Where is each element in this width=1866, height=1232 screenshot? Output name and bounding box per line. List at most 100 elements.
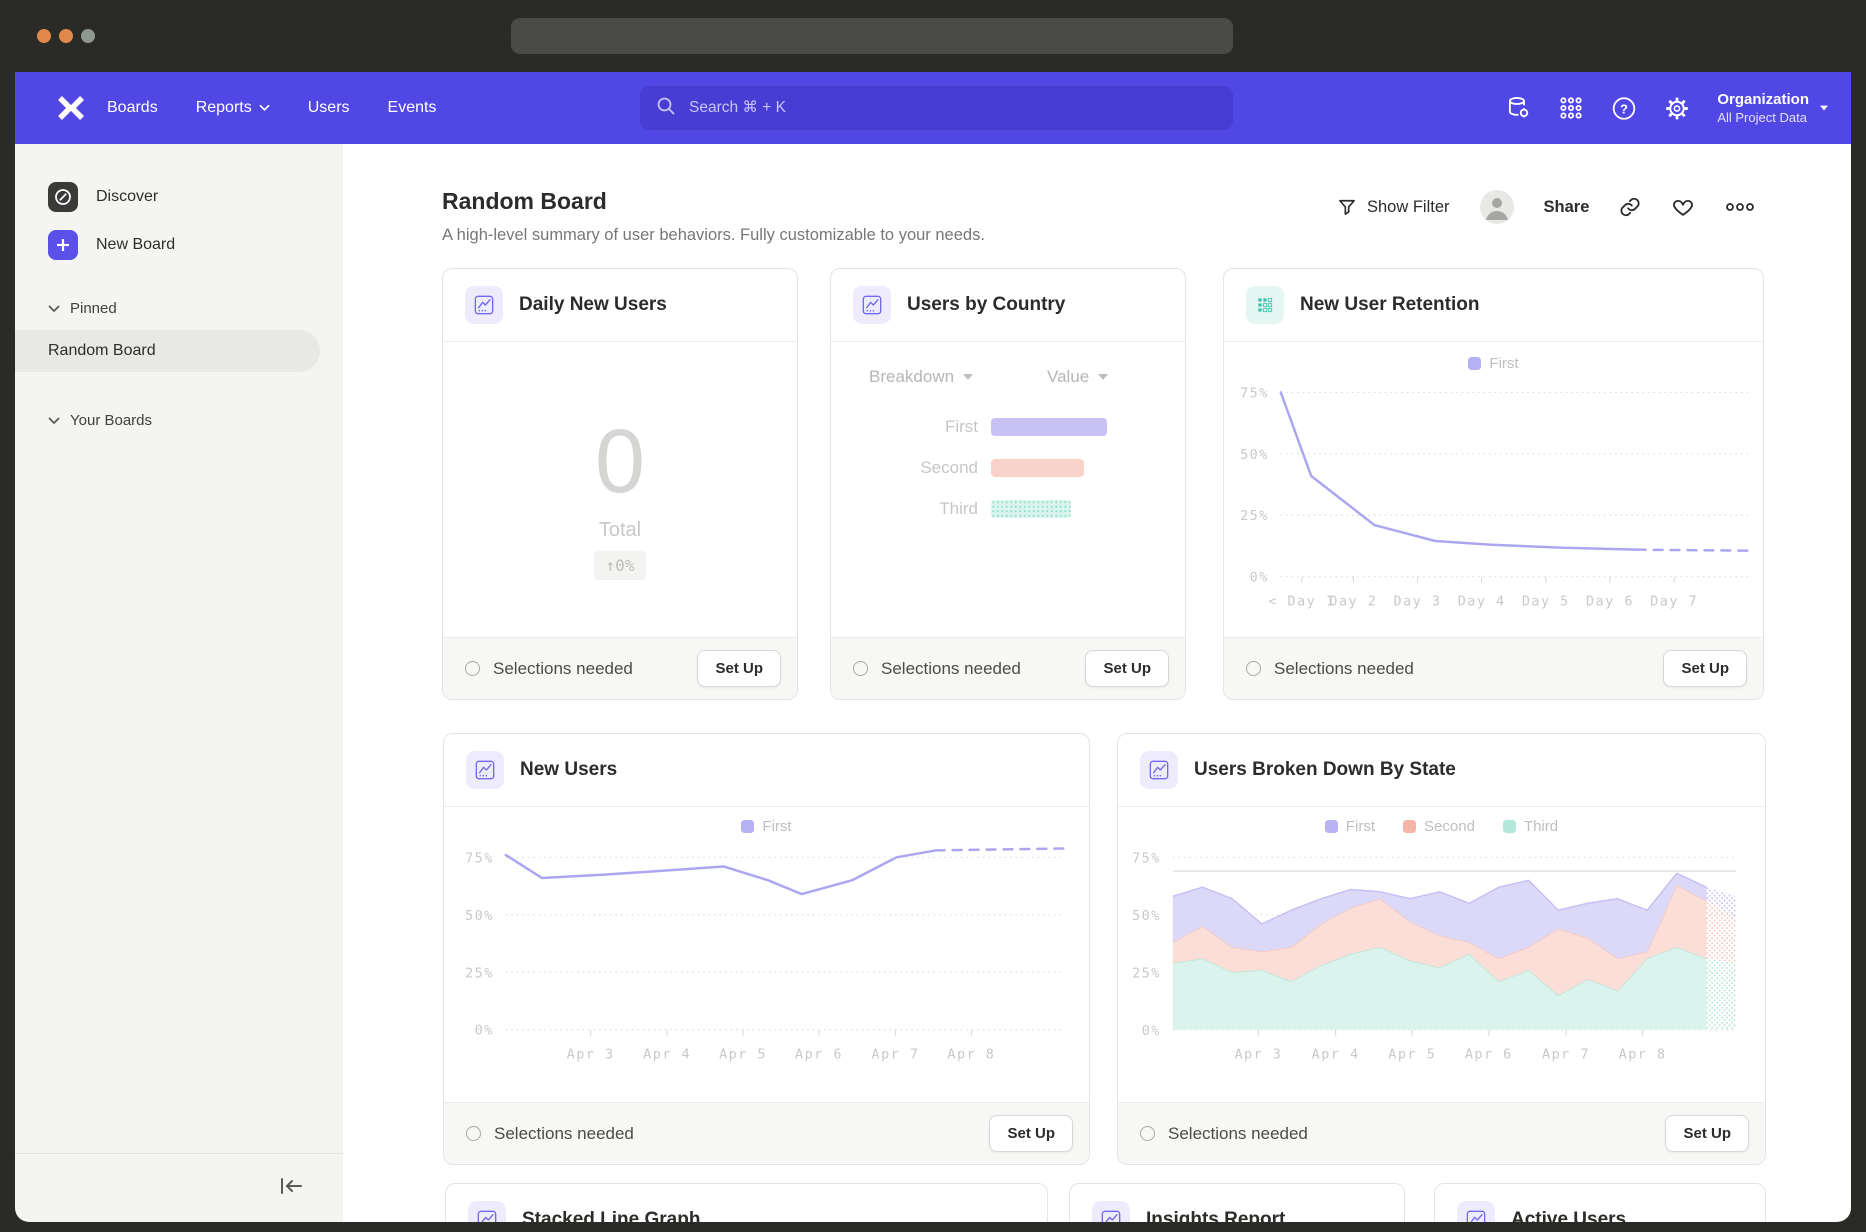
row-label: First [831, 417, 991, 437]
nav-item-label: Events [388, 99, 437, 117]
search-input[interactable] [687, 98, 1091, 118]
value-bar [991, 500, 1071, 518]
set-up-button[interactable]: Set Up [1085, 650, 1169, 687]
metric-value: 0 [443, 417, 797, 507]
share-button[interactable]: Share [1544, 198, 1590, 217]
show-filter-button[interactable]: Show Filter [1337, 197, 1450, 217]
card-footer: Selections needed Set Up [831, 637, 1185, 699]
settings-gear-icon[interactable] [1664, 95, 1690, 121]
x-tick-label: Apr 4 [643, 1048, 691, 1063]
x-tick-label: Apr 5 [719, 1048, 767, 1063]
help-icon[interactable]: ? [1611, 95, 1637, 121]
nav-menu: Boards Reports Users Events [107, 72, 436, 144]
set-up-button[interactable]: Set Up [989, 1115, 1073, 1152]
line-chart-icon [465, 286, 503, 324]
card-header: Daily New Users [443, 269, 797, 342]
x-tick-label: Apr 6 [1465, 1048, 1513, 1063]
org-subtitle: All Project Data [1717, 109, 1809, 126]
x-tick-label: < Day 1 [1268, 595, 1335, 610]
country-row: Third [831, 500, 1071, 518]
org-switcher[interactable]: Organization All Project Data [1717, 90, 1829, 126]
set-up-button[interactable]: Set Up [1665, 1115, 1749, 1152]
sidebar-item-random-board[interactable]: Random Board [15, 330, 320, 372]
data-management-icon[interactable] [1505, 95, 1531, 121]
card-title: Users by Country [907, 294, 1065, 316]
x-tick-label: Apr 7 [1542, 1048, 1590, 1063]
area-band [1706, 958, 1736, 1029]
line-chart-icon [468, 1201, 506, 1222]
card-title: Stacked Line Graph [522, 1209, 700, 1222]
row-label: Third [831, 499, 991, 519]
window-minimize-button[interactable] [59, 29, 73, 43]
row-label: Second [831, 458, 991, 478]
nav-item-events[interactable]: Events [388, 99, 437, 117]
window-close-button[interactable] [37, 29, 51, 43]
value-bar [991, 418, 1107, 436]
set-up-button[interactable]: Set Up [697, 650, 781, 687]
sidebar-item-discover[interactable]: Discover [48, 182, 158, 212]
series-line-forecast [1637, 550, 1749, 551]
sidebar-section-pinned[interactable]: Pinned [48, 300, 117, 317]
copy-link-icon[interactable] [1619, 196, 1641, 218]
x-tick-label: Day 2 [1329, 595, 1377, 610]
sidebar-section-your-boards[interactable]: Your Boards [48, 412, 152, 429]
sidebar-item-label: Discover [96, 188, 158, 206]
card-title: Active Users [1511, 1209, 1626, 1222]
country-row: First [831, 418, 1107, 436]
apps-grid-icon[interactable] [1558, 95, 1584, 121]
status-text: Selections needed [493, 659, 633, 679]
radio-circle-icon [465, 661, 480, 676]
favorite-heart-icon[interactable] [1671, 196, 1695, 218]
search-bar[interactable] [640, 86, 1233, 130]
radio-circle-icon [853, 661, 868, 676]
window-zoom-button[interactable] [81, 29, 95, 43]
radio-circle-icon [1246, 661, 1261, 676]
breakdown-dropdown[interactable]: Breakdown [869, 367, 973, 387]
line-chart-icon [466, 751, 504, 789]
nav-item-reports[interactable]: Reports [196, 99, 270, 117]
card-footer: Selections needed Set Up [443, 637, 797, 699]
nav-item-users[interactable]: Users [308, 99, 350, 117]
x-tick-label: Day 6 [1586, 595, 1634, 610]
retention-grid-icon [1246, 286, 1284, 324]
radio-circle-icon [1140, 1126, 1155, 1141]
page-subtitle: A high-level summary of user behaviors. … [442, 226, 985, 245]
x-tick-label: Apr 6 [795, 1048, 843, 1063]
card-new-user-retention: New User Retention First 75%50%25%0%< Da… [1223, 268, 1764, 700]
nav-item-boards[interactable]: Boards [107, 99, 158, 117]
sidebar-item-new-board[interactable]: New Board [48, 230, 175, 260]
line-chart-icon [1457, 1201, 1495, 1222]
set-up-button[interactable]: Set Up [1663, 650, 1747, 687]
nav-right-cluster: ? Organization All Project Data [1505, 72, 1829, 144]
avatar[interactable] [1480, 190, 1514, 224]
card-title: Daily New Users [519, 294, 667, 316]
y-tick-label: 75% [1240, 386, 1269, 401]
card-header: New Users [444, 734, 1089, 807]
y-tick-label: 25% [1240, 509, 1269, 524]
card-header: Users Broken Down By State [1118, 734, 1765, 807]
y-tick-label: 50% [1240, 448, 1269, 463]
card-daily-new-users: Daily New Users 0 Total ↑0% Selections n… [442, 268, 798, 700]
sidebar-section-label: Your Boards [70, 412, 152, 429]
retention-chart: 75%50%25%0%< Day 1Day 2Day 3Day 4Day 5Da… [1224, 342, 1763, 639]
plus-icon [48, 230, 78, 260]
chevron-down-icon [1820, 106, 1828, 111]
y-tick-label: 25% [465, 966, 494, 981]
mixpanel-logo-icon[interactable] [55, 93, 87, 128]
top-navbar: BoardsReportsUsersEvents ? Organizatio [15, 72, 1851, 144]
x-tick-label: Apr 7 [872, 1048, 920, 1063]
status-text: Selections needed [494, 1124, 634, 1144]
address-bar[interactable] [511, 18, 1233, 54]
board-content: Random Board A high-level summary of use… [343, 144, 1851, 1222]
card-active-users: Active Users [1434, 1183, 1766, 1222]
x-tick-label: Day 7 [1650, 595, 1698, 610]
y-tick-label: 25% [1132, 966, 1161, 981]
y-tick-label: 50% [465, 909, 494, 924]
svg-text:?: ? [1620, 101, 1628, 116]
more-options-icon[interactable] [1725, 200, 1755, 214]
nav-item-label: Users [308, 99, 350, 117]
collapse-sidebar-icon[interactable] [277, 1174, 307, 1202]
window-chrome [15, 0, 1851, 72]
value-dropdown[interactable]: Value [1047, 367, 1108, 387]
status-text: Selections needed [881, 659, 1021, 679]
